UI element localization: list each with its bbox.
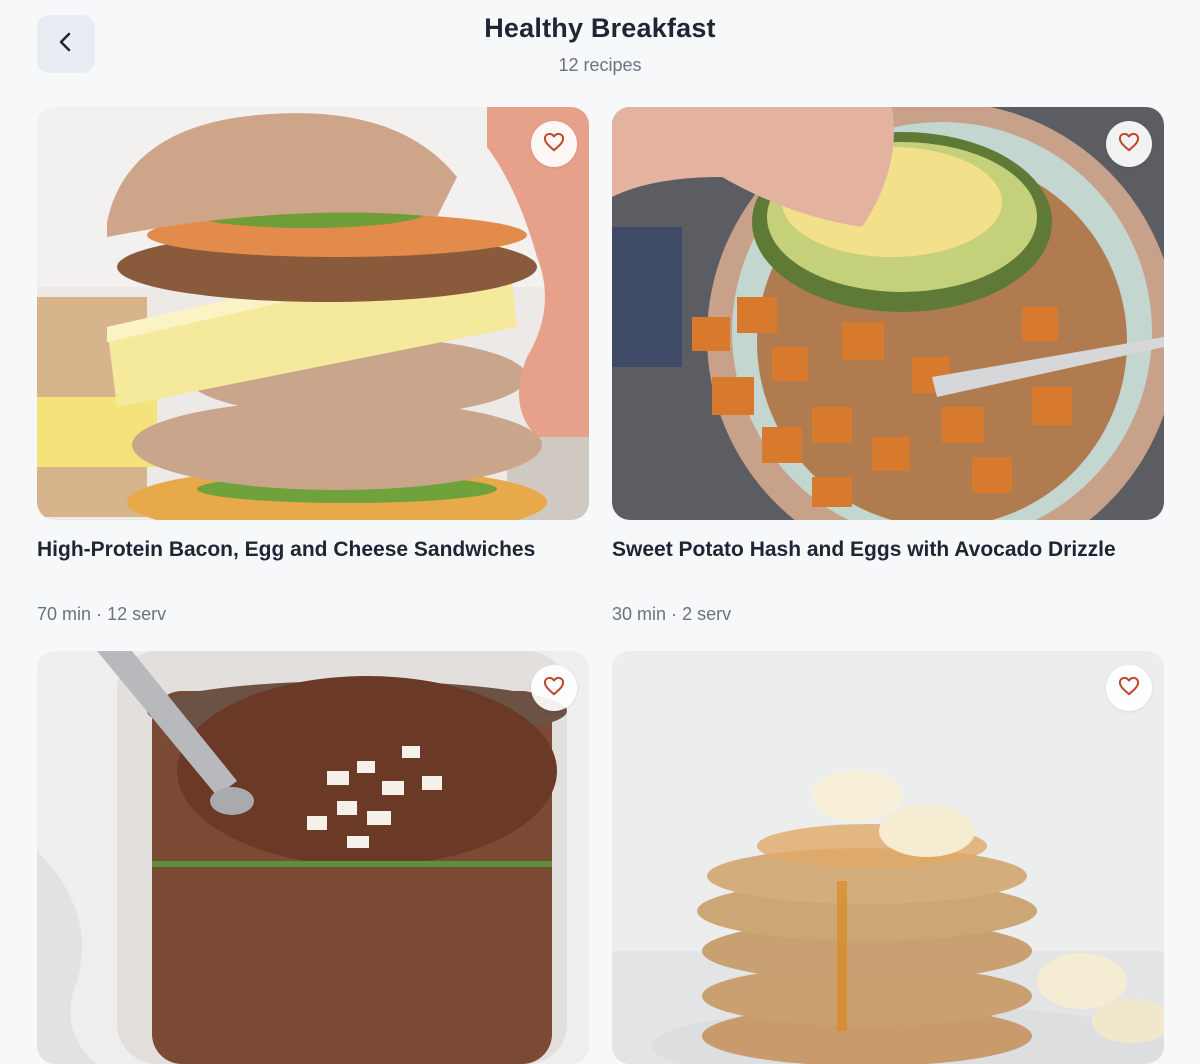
recipe-image[interactable] bbox=[37, 107, 589, 520]
heart-outline-icon bbox=[543, 676, 565, 701]
favorite-button[interactable] bbox=[1106, 665, 1152, 711]
chocolate-pudding-jar-photo bbox=[37, 651, 589, 1064]
recipe-time: 30 min bbox=[612, 604, 667, 624]
meta-separator: · bbox=[96, 604, 103, 624]
favorite-button[interactable] bbox=[531, 665, 577, 711]
page-title: Healthy Breakfast bbox=[484, 13, 716, 43]
heart-outline-icon bbox=[1118, 132, 1140, 157]
recipe-meta: 30 min · 2 serv bbox=[612, 604, 731, 625]
recipe-servings: 12 serv bbox=[107, 604, 167, 624]
page-header: Healthy Breakfast 12 recipes bbox=[0, 0, 1200, 96]
recipe-time: 70 min bbox=[37, 604, 92, 624]
recipe-title[interactable]: High-Protein Bacon, Egg and Cheese Sandw… bbox=[37, 538, 535, 562]
recipe-servings: 2 serv bbox=[682, 604, 732, 624]
favorite-button[interactable] bbox=[1106, 121, 1152, 167]
recipe-title[interactable]: Sweet Potato Hash and Eggs with Avocado … bbox=[612, 538, 1116, 562]
recipe-image[interactable] bbox=[612, 651, 1164, 1064]
recipe-card[interactable]: Sweet Potato Hash and Eggs with Avocado … bbox=[612, 107, 1164, 624]
favorite-button[interactable] bbox=[531, 121, 577, 167]
recipe-image[interactable] bbox=[37, 651, 589, 1064]
heart-outline-icon bbox=[1118, 676, 1140, 701]
sandwich-photo bbox=[37, 107, 589, 520]
recipe-card[interactable] bbox=[612, 651, 1164, 1064]
recipe-image[interactable] bbox=[612, 107, 1164, 520]
heart-outline-icon bbox=[543, 132, 565, 157]
meta-separator: · bbox=[671, 604, 678, 624]
recipe-count: 12 recipes bbox=[558, 55, 642, 75]
banana-pancakes-photo bbox=[612, 651, 1164, 1064]
sweet-potato-hash-photo bbox=[612, 107, 1164, 520]
recipe-card[interactable] bbox=[37, 651, 589, 1064]
recipe-meta: 70 min · 12 serv bbox=[37, 604, 166, 625]
recipe-card[interactable]: High-Protein Bacon, Egg and Cheese Sandw… bbox=[37, 107, 589, 624]
